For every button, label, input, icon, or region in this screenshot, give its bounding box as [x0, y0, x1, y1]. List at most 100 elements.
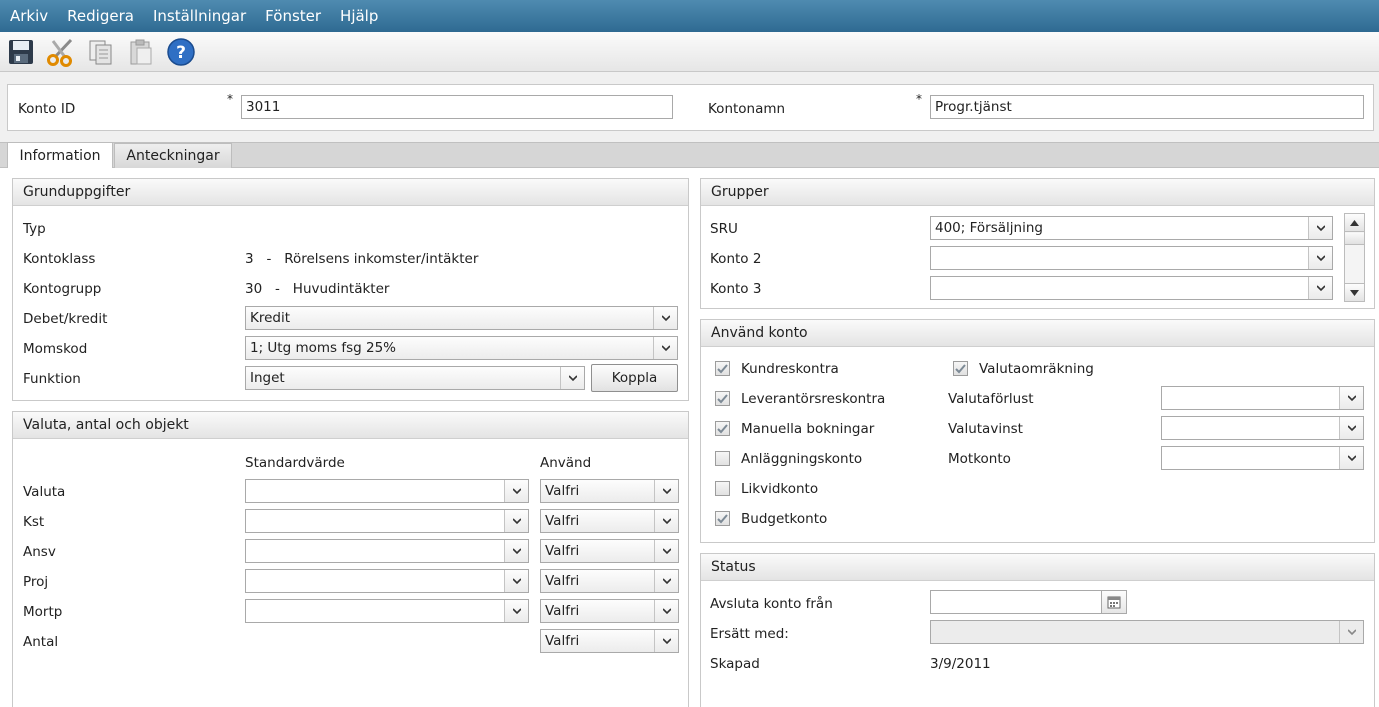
- anvand-checkbox[interactable]: [715, 511, 730, 526]
- chevron-down-icon[interactable]: [653, 307, 677, 329]
- valuta-row-label: Antal: [23, 634, 59, 650]
- toolbar: ?: [0, 32, 1379, 72]
- tab-information[interactable]: Information: [7, 142, 113, 169]
- valuta-row-label: Proj: [23, 574, 49, 590]
- scroll-down-icon[interactable]: [1345, 283, 1364, 301]
- grupper-select[interactable]: 400; Försäljning: [930, 216, 1333, 240]
- required-mark: *: [916, 92, 922, 106]
- standardvarde-select[interactable]: [245, 479, 529, 503]
- grupper-panel: Grupper SRU 400; Försäljning Konto 2 Konto …: [700, 178, 1375, 309]
- grunduppgifter-title: Grunduppgifter: [13, 179, 688, 206]
- valutaomrakning-checkbox[interactable]: [953, 361, 968, 376]
- kontogrupp-value: 30 - Huvudintäkter: [245, 281, 390, 297]
- chevron-down-icon[interactable]: [504, 600, 528, 622]
- grupper-row-label: Konto 3: [710, 281, 762, 297]
- help-icon[interactable]: ?: [165, 36, 197, 68]
- standardvarde-select[interactable]: [245, 569, 529, 593]
- anvand-checkbox[interactable]: [715, 361, 730, 376]
- anvand-select[interactable]: Valfri: [540, 569, 679, 593]
- chevron-down-icon[interactable]: [654, 600, 678, 622]
- menu-installningar[interactable]: Inställningar: [153, 7, 246, 25]
- anvand-checkbox[interactable]: [715, 391, 730, 406]
- anvand-checkbox-label: Anläggningskonto: [741, 451, 863, 467]
- standardvarde-select[interactable]: [245, 509, 529, 533]
- copy-icon[interactable]: [85, 36, 117, 68]
- standardvarde-select[interactable]: [245, 539, 529, 563]
- motkonto-label: Motkonto: [948, 451, 1011, 467]
- anvand-konto-title: Använd konto: [701, 320, 1374, 347]
- anvand-select[interactable]: Valfri: [540, 509, 679, 533]
- scroll-thumb[interactable]: [1345, 233, 1364, 245]
- kontoklass-label: Kontoklass: [23, 251, 96, 267]
- anvand-select[interactable]: Valfri: [540, 539, 679, 563]
- grupper-scrollbar[interactable]: [1344, 213, 1365, 302]
- chevron-down-icon[interactable]: [504, 480, 528, 502]
- chevron-down-icon[interactable]: [504, 570, 528, 592]
- chevron-down-icon[interactable]: [654, 540, 678, 562]
- menu-arkiv[interactable]: Arkiv: [10, 7, 48, 25]
- momskod-label: Momskod: [23, 341, 88, 357]
- grupper-select[interactable]: [930, 246, 1333, 270]
- menu-redigera[interactable]: Redigera: [67, 7, 134, 25]
- anvand-checkbox[interactable]: [715, 451, 730, 466]
- chevron-down-icon[interactable]: [1339, 621, 1363, 643]
- anvand-value: Valfri: [545, 483, 580, 499]
- tab-anteckningar[interactable]: Anteckningar: [114, 143, 232, 168]
- valutaforlust-select[interactable]: [1161, 386, 1364, 410]
- valuta-row-label: Mortp: [23, 604, 63, 620]
- anvand-select[interactable]: Valfri: [540, 629, 679, 653]
- anvand-value: Valfri: [545, 603, 580, 619]
- chevron-down-icon[interactable]: [560, 367, 584, 389]
- chevron-down-icon[interactable]: [654, 570, 678, 592]
- chevron-down-icon[interactable]: [504, 540, 528, 562]
- chevron-down-icon[interactable]: [1339, 387, 1363, 409]
- anvand-select[interactable]: Valfri: [540, 599, 679, 623]
- chevron-down-icon[interactable]: [1339, 417, 1363, 439]
- valuta-row-label: Kst: [23, 514, 45, 530]
- ersatt-med-select[interactable]: [930, 620, 1364, 644]
- chevron-down-icon[interactable]: [504, 510, 528, 532]
- momskod-select[interactable]: 1; Utg moms fsg 25%: [245, 336, 678, 360]
- valuta-row-label: Ansv: [23, 544, 56, 560]
- funktion-value: Inget: [250, 370, 285, 386]
- chevron-down-icon[interactable]: [1339, 447, 1363, 469]
- avsluta-konto-label: Avsluta konto från: [710, 596, 833, 612]
- motkonto-select[interactable]: [1161, 446, 1364, 470]
- debet-kredit-select[interactable]: Kredit: [245, 306, 678, 330]
- paste-icon[interactable]: [125, 36, 157, 68]
- anvand-select[interactable]: Valfri: [540, 479, 679, 503]
- kontogrupp-label: Kontogrupp: [23, 281, 102, 297]
- koppla-button[interactable]: Koppla: [591, 364, 678, 392]
- funktion-select[interactable]: Inget: [245, 366, 585, 390]
- calendar-icon[interactable]: [1101, 590, 1127, 614]
- konto-id-field[interactable]: 3011: [241, 95, 673, 119]
- grupper-value: 400; Försäljning: [935, 220, 1043, 236]
- valutavinst-select[interactable]: [1161, 416, 1364, 440]
- chevron-down-icon[interactable]: [1308, 217, 1332, 239]
- chevron-down-icon[interactable]: [1308, 277, 1332, 299]
- chevron-down-icon[interactable]: [654, 510, 678, 532]
- grupper-title: Grupper: [701, 179, 1374, 206]
- required-mark: *: [227, 92, 233, 106]
- funktion-label: Funktion: [23, 371, 81, 387]
- kontonamn-field[interactable]: Progr.tjänst: [930, 95, 1364, 119]
- status-title: Status: [701, 554, 1374, 581]
- avsluta-konto-date-field[interactable]: [930, 590, 1102, 614]
- menu-hjalp[interactable]: Hjälp: [340, 7, 378, 25]
- chevron-down-icon[interactable]: [654, 630, 678, 652]
- chevron-down-icon[interactable]: [654, 480, 678, 502]
- anvand-checkbox-label: Leverantörsreskontra: [741, 391, 886, 407]
- standardvarde-select[interactable]: [245, 599, 529, 623]
- anvand-checkbox[interactable]: [715, 421, 730, 436]
- menu-fonster[interactable]: Fönster: [265, 7, 321, 25]
- scroll-up-icon[interactable]: [1345, 214, 1364, 232]
- save-icon[interactable]: [5, 36, 37, 68]
- skapad-label: Skapad: [710, 656, 760, 672]
- debet-kredit-value: Kredit: [250, 310, 291, 326]
- valuta-row-label: Valuta: [23, 484, 66, 500]
- grupper-select[interactable]: [930, 276, 1333, 300]
- chevron-down-icon[interactable]: [653, 337, 677, 359]
- cut-icon[interactable]: [44, 36, 76, 68]
- anvand-checkbox[interactable]: [715, 481, 730, 496]
- chevron-down-icon[interactable]: [1308, 247, 1332, 269]
